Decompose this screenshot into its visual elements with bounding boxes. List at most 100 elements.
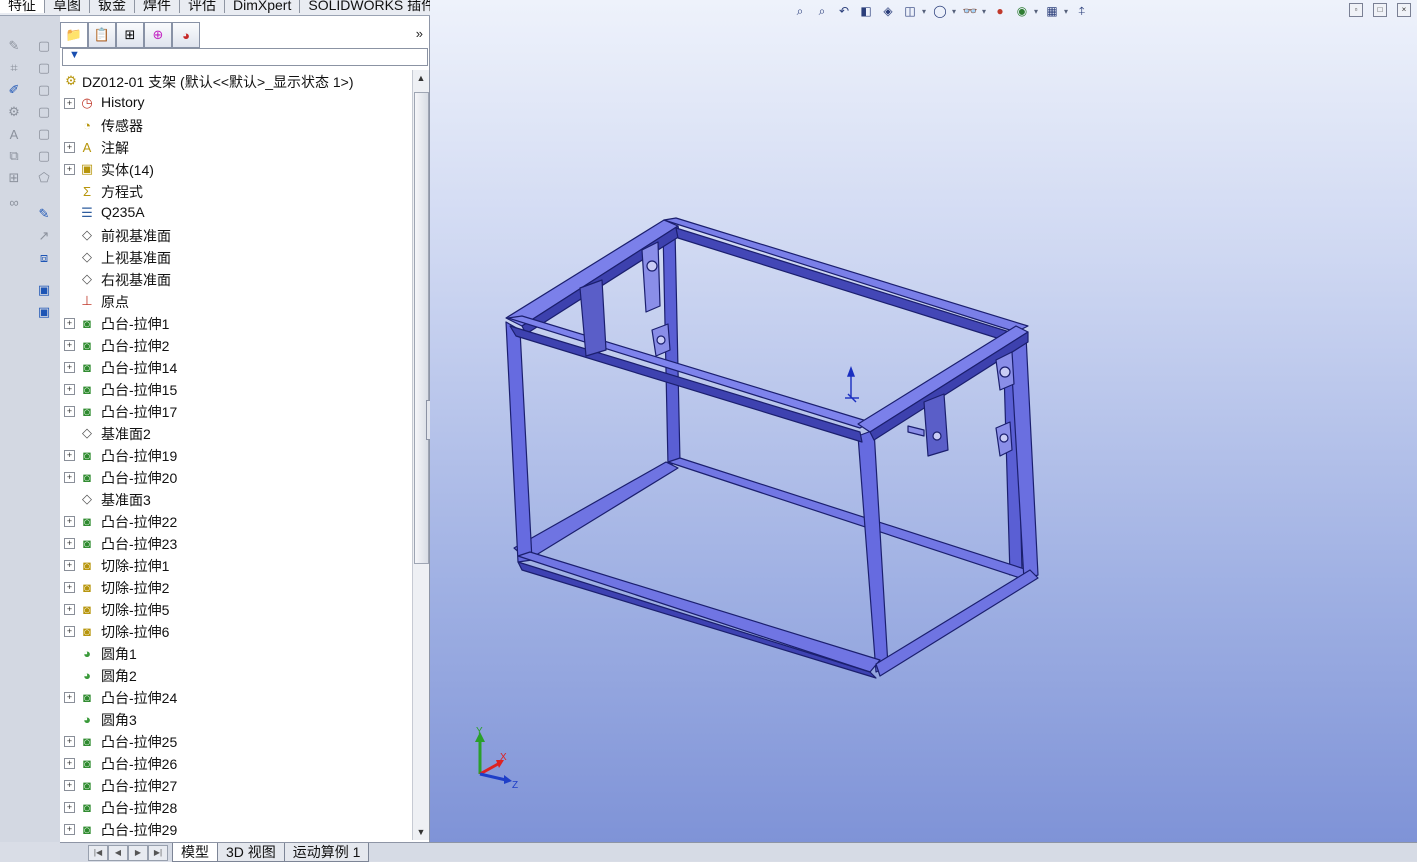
link-icon[interactable]: ∞ <box>4 192 24 212</box>
next-tab-icon[interactable]: ▶ <box>128 845 148 861</box>
pattern-icon[interactable]: ⊞ <box>4 168 24 188</box>
expand-icon[interactable]: + <box>64 538 75 549</box>
feature-tree-item[interactable]: + ◙ 凸台-拉伸28 <box>60 796 410 818</box>
command-tab[interactable]: 焊件 <box>135 0 180 13</box>
expand-icon[interactable]: + <box>64 406 75 417</box>
command-tab[interactable]: 草图 <box>45 0 90 13</box>
feature-tree-item[interactable]: + ◙ 凸台-拉伸25 <box>60 730 410 752</box>
expand-icon[interactable]: + <box>64 98 75 109</box>
expand-icon[interactable]: + <box>64 758 75 769</box>
expand-icon[interactable]: + <box>64 824 75 835</box>
feature-tree-item[interactable]: Σ 方程式 <box>60 180 410 202</box>
bracket-frame-model[interactable] <box>430 0 1417 842</box>
feature-2-icon[interactable]: ▣ <box>34 302 54 322</box>
smart-dimension-icon[interactable]: ⌗ <box>4 58 24 78</box>
expand-icon[interactable]: + <box>64 692 75 703</box>
reference-geometry-icon[interactable]: ↗ <box>34 226 54 246</box>
command-tab[interactable]: 钣金 <box>90 0 135 13</box>
bottom-tab[interactable]: 模型 <box>172 843 218 862</box>
command-tab[interactable]: SOLIDWORKS 插件 <box>300 0 445 13</box>
feature-1-icon[interactable]: ▣ <box>34 280 54 300</box>
dimxpert-tab-icon[interactable]: ⊕ <box>144 22 172 48</box>
last-tab-icon[interactable]: ▶| <box>148 845 168 861</box>
mirror-icon[interactable]: ⧉ <box>4 146 24 166</box>
expand-icon[interactable]: + <box>64 450 75 461</box>
command-tab[interactable]: 特征 <box>0 0 45 13</box>
instant3d-icon[interactable]: ⧈ <box>34 248 54 268</box>
expand-icon[interactable]: + <box>64 340 75 351</box>
feature-tree-tab-icon[interactable]: 📁 <box>60 22 88 48</box>
feature-tree-item[interactable]: + ◙ 凸台-拉伸1 <box>60 312 410 334</box>
expand-icon[interactable]: + <box>64 736 75 747</box>
expand-icon[interactable]: + <box>64 142 75 153</box>
tool-icon[interactable]: ⚙ <box>4 102 24 122</box>
expand-icon[interactable]: + <box>64 318 75 329</box>
graphics-viewport[interactable]: ⌕ ⌕ ↶ ◧ ◈ ◫ ▾ ◯ ▾ 👓 ▾ ● ◉ ▾ ▦ ▾ ⍏ ▫ □ × <box>430 0 1417 842</box>
feature-tree-item[interactable]: + ◙ 凸台-拉伸27 <box>60 774 410 796</box>
more-tabs-icon[interactable]: » <box>416 26 423 41</box>
sweep-icon[interactable]: ▢ <box>34 80 54 100</box>
feature-tree-item[interactable]: + ◙ 凸台-拉伸24 <box>60 686 410 708</box>
feature-tree-item[interactable]: + ◙ 凸台-拉伸29 <box>60 818 410 840</box>
extrude-icon[interactable]: ▢ <box>34 36 54 56</box>
sketch-icon[interactable]: ✎ <box>4 36 24 56</box>
scroll-thumb[interactable] <box>414 92 429 564</box>
command-tab[interactable]: 评估 <box>180 0 225 13</box>
feature-tree-item[interactable]: + ◙ 凸台-拉伸17 <box>60 400 410 422</box>
expand-icon[interactable]: + <box>64 362 75 373</box>
feature-tree-item[interactable]: + ◙ 切除-拉伸1 <box>60 554 410 576</box>
feature-tree-item[interactable]: ⊥ 原点 <box>60 290 410 312</box>
first-tab-icon[interactable]: |◀ <box>88 845 108 861</box>
feature-tree-item[interactable]: + ◙ 凸台-拉伸23 <box>60 532 410 554</box>
configuration-manager-tab-icon[interactable]: ⊞ <box>116 22 144 48</box>
feature-tree-item[interactable]: + ▣ 实体(14) <box>60 158 410 180</box>
feature-tree-item[interactable]: ◕ 圆角3 <box>60 708 410 730</box>
feature-tree-item[interactable]: + ◙ 凸台-拉伸20 <box>60 466 410 488</box>
feature-tree-item[interactable]: ◇ 前视基准面 <box>60 224 410 246</box>
revolve-icon[interactable]: ▢ <box>34 58 54 78</box>
expand-icon[interactable]: + <box>64 582 75 593</box>
expand-icon[interactable]: + <box>64 164 75 175</box>
feature-tree-item[interactable]: ◇ 上视基准面 <box>60 246 410 268</box>
scroll-down-icon[interactable]: ▼ <box>413 824 429 840</box>
bottom-tab[interactable]: 运动算例 1 <box>283 843 370 862</box>
expand-icon[interactable]: + <box>64 604 75 615</box>
boundary-icon[interactable]: ▢ <box>34 124 54 144</box>
feature-tree-item[interactable]: ◇ 基准面2 <box>60 422 410 444</box>
expand-icon[interactable]: + <box>64 560 75 571</box>
property-manager-tab-icon[interactable]: 📋 <box>88 22 116 48</box>
feature-tree-item[interactable]: ◇ 基准面3 <box>60 488 410 510</box>
tree-filter-input[interactable]: ▼ <box>62 48 428 66</box>
edit-sketch-icon[interactable]: ✐ <box>4 80 24 100</box>
expand-icon[interactable]: + <box>64 516 75 527</box>
shell-icon[interactable]: ⬠ <box>34 168 54 188</box>
feature-tree-item[interactable]: + ◙ 凸台-拉伸14 <box>60 356 410 378</box>
bottom-tab[interactable]: 3D 视图 <box>217 843 285 862</box>
expand-icon[interactable]: + <box>64 384 75 395</box>
scroll-up-icon[interactable]: ▲ <box>413 70 429 86</box>
feature-tree-item[interactable]: + ◙ 凸台-拉伸19 <box>60 444 410 466</box>
feature-tree-item[interactable]: + ◙ 切除-拉伸2 <box>60 576 410 598</box>
feature-tree-item[interactable]: + ◙ 凸台-拉伸26 <box>60 752 410 774</box>
display-manager-tab-icon[interactable]: ◕ <box>172 22 200 48</box>
rapid-sketch-icon[interactable]: ✎ <box>34 204 54 224</box>
feature-tree-item[interactable]: ◕ 圆角1 <box>60 642 410 664</box>
feature-tree-item[interactable]: + ◙ 切除-拉伸5 <box>60 598 410 620</box>
feature-tree-item[interactable]: + ◙ 切除-拉伸6 <box>60 620 410 642</box>
feature-tree-item[interactable]: + ◙ 凸台-拉伸15 <box>60 378 410 400</box>
feature-tree-item[interactable]: ◔ 传感器 <box>60 114 410 136</box>
expand-icon[interactable]: + <box>64 626 75 637</box>
cut-icon[interactable]: ▢ <box>34 146 54 166</box>
expand-icon[interactable]: + <box>64 780 75 791</box>
feature-tree-item[interactable]: + A 注解 <box>60 136 410 158</box>
feature-tree-item[interactable]: ☰ Q235A <box>60 202 410 224</box>
expand-icon[interactable]: + <box>64 802 75 813</box>
feature-tree-root[interactable]: ⚙ DZ012-01 支架 (默认<<默认>_显示状态 1>) <box>60 70 410 92</box>
command-tab[interactable]: DimXpert <box>225 0 301 13</box>
loft-icon[interactable]: ▢ <box>34 102 54 122</box>
feature-tree-item[interactable]: + ◙ 凸台-拉伸22 <box>60 510 410 532</box>
feature-tree-item[interactable]: ◇ 右视基准面 <box>60 268 410 290</box>
feature-tree-item[interactable]: + ◷ History <box>60 92 410 114</box>
expand-icon[interactable]: + <box>64 472 75 483</box>
feature-tree-item[interactable]: + ◙ 凸台-拉伸2 <box>60 334 410 356</box>
